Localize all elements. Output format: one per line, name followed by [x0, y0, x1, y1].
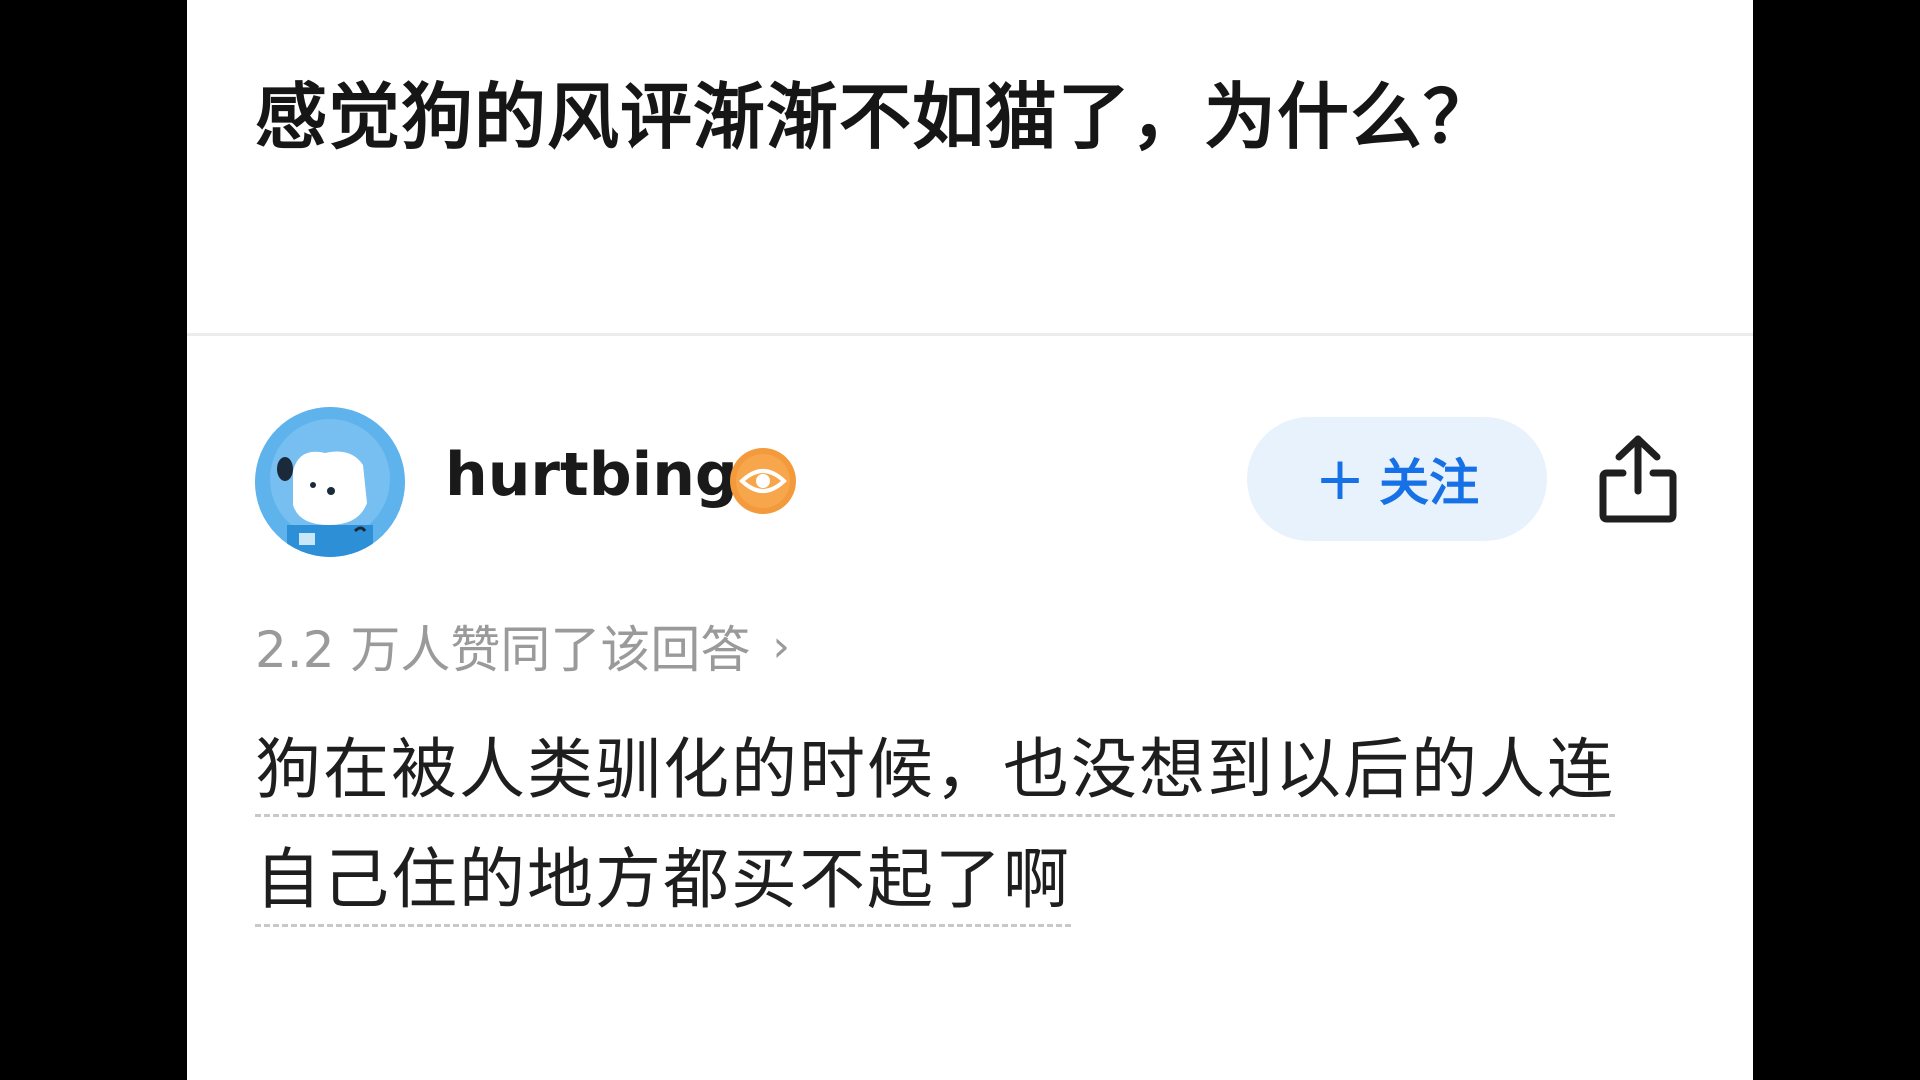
screen: 感觉狗的风评渐渐不如猫了，为什么？ hurtbing + 关注 2.2 万人赞同… — [0, 0, 1920, 1080]
agree-count-link[interactable]: 2.2 万人赞同了该回答 › — [255, 610, 790, 682]
answer-line-2: 自己住的地方都买不起了啊 — [255, 841, 1071, 927]
eye-badge-icon[interactable] — [728, 446, 798, 516]
chevron-right-icon: › — [772, 620, 791, 672]
avatar[interactable] — [255, 407, 405, 557]
plus-icon: + — [1314, 444, 1366, 514]
share-icon[interactable] — [1597, 433, 1679, 525]
agree-count-text: 2.2 万人赞同了该回答 — [255, 621, 751, 679]
answer-page: 感觉狗的风评渐渐不如猫了，为什么？ hurtbing + 关注 2.2 万人赞同… — [187, 0, 1753, 1080]
answer-line-1: 狗在被人类驯化的时候，也没想到以后的人连 — [255, 731, 1615, 817]
question-title[interactable]: 感觉狗的风评渐渐不如猫了，为什么？ — [255, 58, 1496, 163]
answer-body[interactable]: 狗在被人类驯化的时候，也没想到以后的人连 自己住的地方都买不起了啊 — [255, 715, 1675, 935]
divider — [187, 333, 1753, 336]
author-name[interactable]: hurtbing — [445, 440, 738, 510]
dog-avatar-icon — [255, 407, 405, 557]
follow-label: 关注 — [1379, 454, 1480, 512]
follow-button[interactable]: + 关注 — [1247, 417, 1547, 541]
